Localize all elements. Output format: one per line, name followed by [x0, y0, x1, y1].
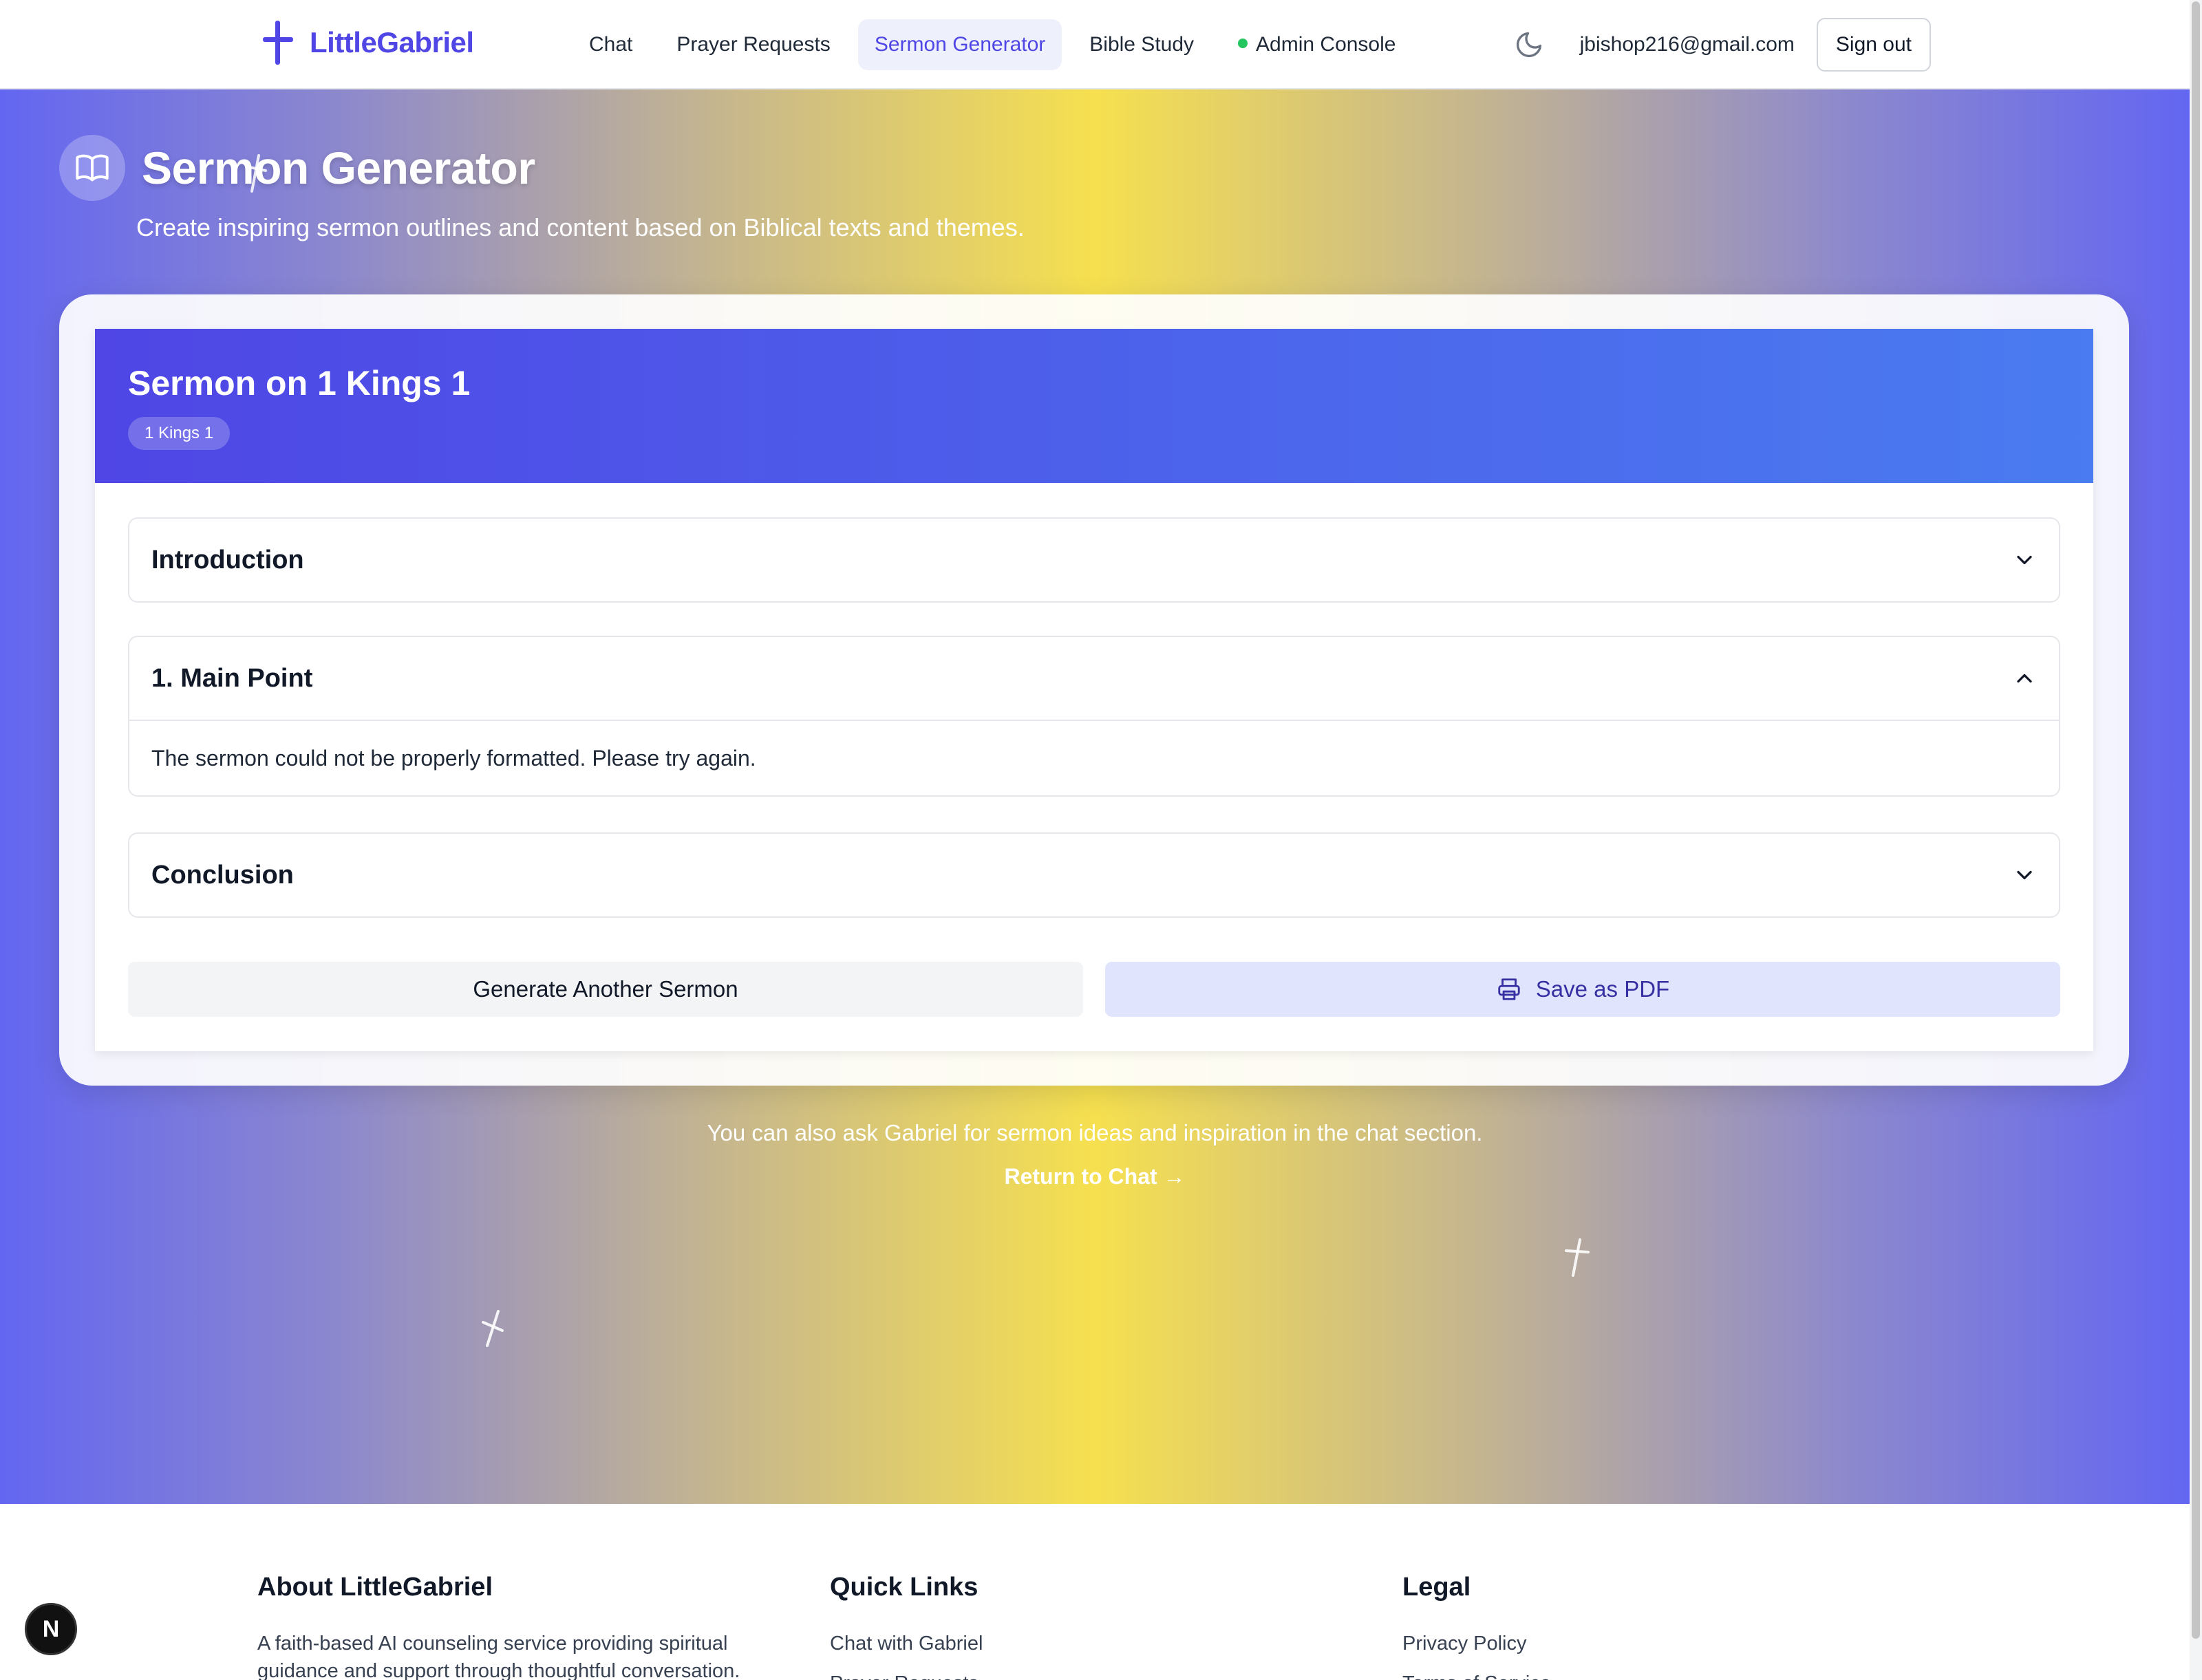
dev-tools-badge[interactable]: N: [25, 1603, 77, 1655]
status-dot: [1238, 39, 1248, 49]
accordion-header-introduction[interactable]: Introduction: [129, 519, 2059, 601]
footer-about-title: About LittleGabriel: [257, 1573, 493, 1602]
chevron-down-icon: [2017, 555, 2032, 565]
footer-about-text: A faith-based AI counseling service prov…: [257, 1633, 740, 1680]
nav-link-sermon-generator[interactable]: Sermon Generator: [857, 19, 1062, 70]
footer-link-privacy-policy[interactable]: Privacy Policy: [1402, 1630, 1815, 1657]
footer-link-chat[interactable]: Chat with Gabriel: [830, 1630, 1243, 1657]
footer: About LittleGabriel A faith-based AI cou…: [0, 1504, 2190, 1680]
page-subtitle: Create inspiring sermon outlines and con…: [136, 213, 1025, 241]
cross-logo-icon: [261, 21, 295, 65]
accordion-header-conclusion[interactable]: Conclusion: [129, 834, 2059, 916]
footer-link-prayer-requests[interactable]: Prayer Requests: [830, 1670, 1243, 1680]
return-to-chat-link[interactable]: Return to Chat →: [0, 1164, 2190, 1189]
cross-decoration-icon: [1565, 1238, 1590, 1277]
chevron-up-icon: [2017, 674, 2032, 683]
sermon-header: Sermon on 1 Kings 1 1 Kings 1: [95, 329, 2093, 483]
page-header: Sermon Generator: [59, 135, 535, 201]
sermon-title: Sermon on 1 Kings 1: [128, 364, 471, 402]
brand-name: LittleGabriel: [310, 26, 474, 58]
book-icon: [59, 135, 125, 201]
footer-quick-links-title: Quick Links: [830, 1573, 979, 1602]
footer-legal: Legal Privacy Policy Terms of Service: [1402, 1573, 1815, 1680]
action-buttons: Generate Another Sermon Save as PDF: [128, 962, 2060, 1017]
nav-link-chat[interactable]: Chat: [573, 19, 649, 70]
passage-badge: 1 Kings 1: [128, 417, 231, 450]
cross-decoration-icon: [482, 1310, 504, 1347]
section-body: The sermon could not be properly formatt…: [129, 720, 2059, 795]
accordion-introduction: Introduction: [128, 517, 2060, 603]
top-navbar: LittleGabriel Chat Prayer Requests Sermo…: [0, 0, 2190, 89]
accordion-main-point: 1. Main Point The sermon could not be pr…: [128, 636, 2060, 797]
sign-out-button[interactable]: Sign out: [1816, 18, 1931, 72]
chat-hint-text: You can also ask Gabriel for sermon idea…: [707, 1120, 1483, 1145]
cross-decoration-icon: [245, 154, 267, 193]
footer-link-terms[interactable]: Terms of Service: [1402, 1670, 1815, 1680]
section-title: Introduction: [151, 545, 304, 574]
nav-link-admin-console[interactable]: Admin Console: [1221, 19, 1412, 70]
footer-quick-links: Quick Links Chat with Gabriel Prayer Req…: [830, 1573, 1243, 1680]
nav-link-bible-study[interactable]: Bible Study: [1073, 19, 1210, 70]
chevron-down-icon: [2017, 870, 2032, 880]
accordion-conclusion: Conclusion: [128, 832, 2060, 918]
footer-about: About LittleGabriel A faith-based AI cou…: [257, 1573, 780, 1680]
sermon-card: Sermon on 1 Kings 1 1 Kings 1 Introducti…: [95, 329, 2093, 1051]
nav-link-prayer-requests[interactable]: Prayer Requests: [660, 19, 846, 70]
section-title: 1. Main Point: [151, 663, 313, 693]
moon-icon[interactable]: [1514, 30, 1544, 60]
save-as-pdf-button[interactable]: Save as PDF: [1105, 962, 2060, 1017]
admin-console-label: Admin Console: [1256, 33, 1396, 56]
sermon-card-container: Sermon on 1 Kings 1 1 Kings 1 Introducti…: [59, 294, 2129, 1086]
brand-logo[interactable]: LittleGabriel: [261, 21, 474, 65]
scrollbar-thumb[interactable]: [2192, 1, 2200, 1639]
section-title: Conclusion: [151, 860, 294, 890]
printer-icon: [1498, 978, 1520, 1000]
page-title: Sermon Generator: [142, 142, 535, 193]
generate-another-sermon-button[interactable]: Generate Another Sermon: [128, 962, 1083, 1017]
save-as-pdf-label: Save as PDF: [1535, 976, 1670, 1002]
scrollbar-track[interactable]: [2190, 0, 2202, 1680]
nav-right: jbishop216@gmail.com Sign out: [1514, 18, 1931, 72]
nav-links: Chat Prayer Requests Sermon Generator Bi…: [573, 19, 1423, 70]
footer-legal-title: Legal: [1402, 1573, 1471, 1602]
user-email: jbishop216@gmail.com: [1579, 33, 1795, 56]
accordion-header-main-point[interactable]: 1. Main Point: [129, 637, 2059, 720]
